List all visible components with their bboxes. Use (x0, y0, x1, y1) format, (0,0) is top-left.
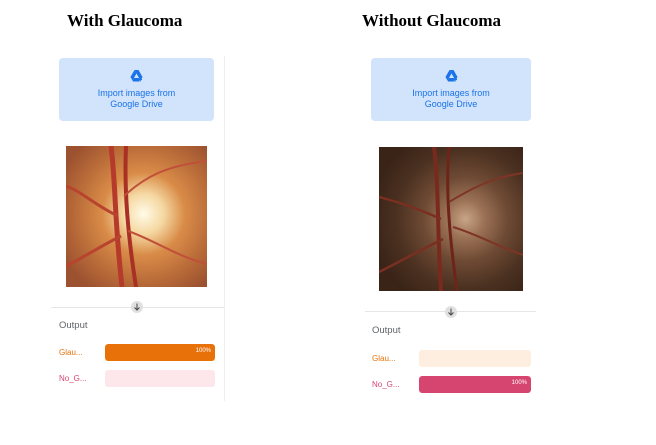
result-bar-no-glaucoma: 100% (419, 376, 531, 393)
result-bar-glaucoma: 100% (105, 344, 215, 361)
right-heading: Without Glaucoma (362, 11, 502, 30)
arrow-down-icon[interactable] (131, 301, 143, 313)
output-label: Output (372, 325, 401, 336)
result-label-glaucoma: Glau... (59, 348, 83, 357)
result-label-no-glaucoma: No_G... (372, 380, 400, 389)
drive-icon (130, 69, 143, 88)
output-label: Output (59, 320, 88, 331)
import-drive-label: Import images from Google Drive (97, 87, 176, 109)
fundus-image (378, 146, 524, 292)
left-heading: With Glaucoma (67, 11, 183, 30)
result-percent: 100% (195, 348, 211, 354)
arrow-down-icon[interactable] (445, 306, 457, 318)
result-bar-no-glaucoma (105, 370, 215, 387)
result-label-glaucoma: Glau... (372, 354, 396, 363)
import-drive-button[interactable]: Import images from Google Drive (59, 58, 214, 121)
result-bar-glaucoma (419, 350, 531, 367)
drive-icon (445, 69, 458, 88)
import-drive-button[interactable]: Import images from Google Drive (371, 58, 531, 121)
result-label-no-glaucoma: No_G... (59, 374, 87, 383)
result-percent: 100% (511, 380, 527, 386)
left-panel-border (224, 56, 225, 401)
fundus-image (65, 145, 208, 288)
import-drive-label: Import images from Google Drive (412, 87, 490, 109)
